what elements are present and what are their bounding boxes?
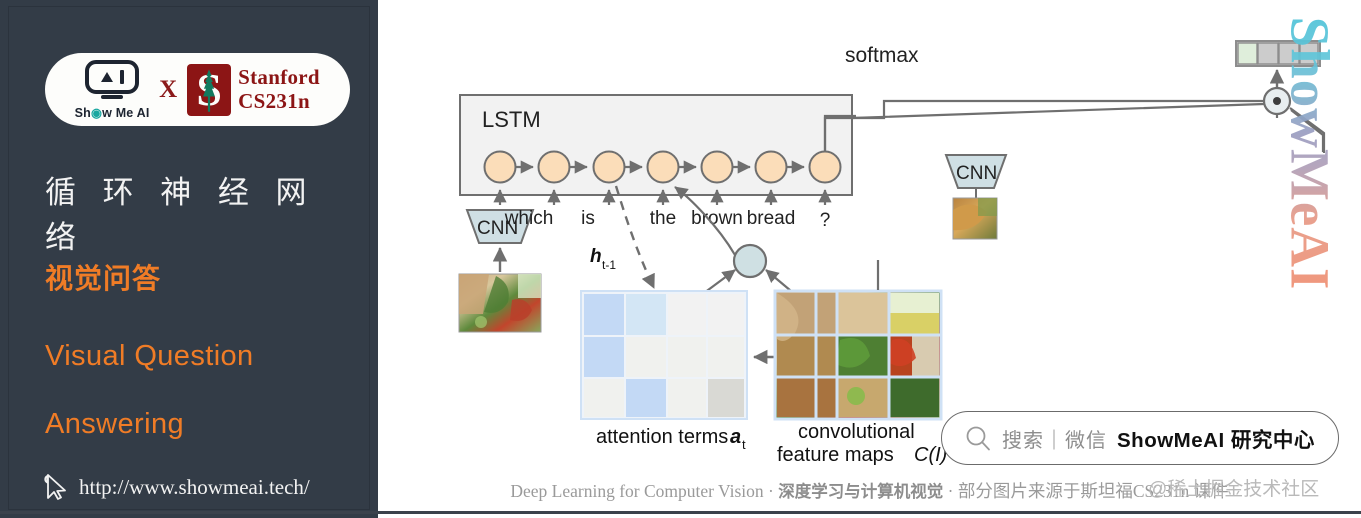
search-placeholder[interactable]: 搜索｜微信 xyxy=(1002,424,1107,453)
attention-cell xyxy=(708,294,744,335)
input-image-right xyxy=(952,197,998,240)
showmeai-wordmark: Sh◉w Me AI xyxy=(74,105,150,120)
stanford-tree-icon: S xyxy=(187,63,232,116)
bottom-rule xyxy=(0,511,1361,514)
attention-fusion-node xyxy=(674,186,798,297)
token-which: which xyxy=(504,208,554,229)
lstm-cell xyxy=(592,150,626,184)
cnn-right-label: CNN xyxy=(956,163,997,184)
lstm-label: LSTM xyxy=(482,107,541,132)
site-link-row[interactable]: http://www.showmeai.tech/ xyxy=(43,473,310,501)
feature-maps-grid xyxy=(773,289,943,421)
token-the: the xyxy=(650,208,676,229)
showmeai-vertical-brand: ShowMeAI xyxy=(1255,16,1361,290)
search-icon xyxy=(966,426,990,451)
featuremaps-caption-2: feature maps xyxy=(777,444,894,466)
featuremaps-caption-1: convolutional xyxy=(798,421,915,443)
cross-separator: X xyxy=(159,75,178,103)
attention-cell xyxy=(584,294,624,335)
token-is: is xyxy=(581,208,595,229)
softmax-label: softmax xyxy=(845,44,919,67)
page-subtitle-cn: 视觉问答 xyxy=(45,263,162,294)
tree-glyph xyxy=(203,68,216,112)
footer-cn-1: 深度学习与计算机视觉 xyxy=(778,482,944,501)
hidden-state-subscript: t-1 xyxy=(602,258,616,272)
footer-sep-1: · xyxy=(763,480,779,501)
robot-icon xyxy=(85,59,140,94)
attention-grid xyxy=(580,290,748,420)
cursor-pointer-icon xyxy=(44,474,66,500)
bar-icon xyxy=(119,69,124,84)
watermark-text: @稀土掘金技术社区 xyxy=(1148,479,1320,500)
lstm-cell xyxy=(537,150,571,184)
stanford-logo: S Stanford CS231n xyxy=(187,63,320,116)
softmax-output-group: softmax xyxy=(845,40,1321,89)
vqa-attention-diagram: softmax LSTM CNN which is the brown brea… xyxy=(458,40,1325,466)
token-brown: brown xyxy=(691,208,743,229)
footer-en: Deep Learning for Computer Vision xyxy=(510,480,764,501)
token-bread: bread xyxy=(747,208,796,229)
hidden-state-arrow: h t-1 xyxy=(590,185,656,289)
token-question: ? xyxy=(820,210,831,231)
sidebar-panel: Sh◉w Me AI X S Stanford CS231n xyxy=(8,6,370,510)
attention-cell xyxy=(668,294,706,335)
search-brand-label: ShowMeAI 研究中心 xyxy=(1117,429,1315,452)
showmeai-vertical-text: ShowMeAI xyxy=(1279,16,1341,290)
attention-cell xyxy=(708,379,744,417)
lstm-cell xyxy=(700,150,734,184)
stanford-line2: CS231n xyxy=(238,88,310,113)
search-widget[interactable]: 搜索｜微信 ShowMeAI 研究中心 xyxy=(941,411,1339,465)
attention-cell xyxy=(626,294,666,335)
attention-cell xyxy=(584,337,624,377)
input-image-left xyxy=(458,273,542,333)
showmeai-logo: Sh◉w Me AI xyxy=(74,59,150,120)
footer-sep-2: · xyxy=(943,480,958,501)
attention-caption: attention terms xyxy=(596,426,728,448)
sidebar: Sh◉w Me AI X S Stanford CS231n xyxy=(0,0,378,518)
lstm-cell xyxy=(808,150,842,184)
caret-icon xyxy=(100,71,113,82)
stanford-line1: Stanford xyxy=(238,64,320,89)
stanford-text: Stanford CS231n xyxy=(238,64,320,113)
footer-text: Deep Learning for Computer Vision · 深度学习… xyxy=(510,478,1228,503)
attention-cell xyxy=(668,379,706,417)
attention-symbol: a xyxy=(730,426,741,448)
lstm-cell xyxy=(483,150,517,184)
word-tokens: which is the brown bread ? xyxy=(504,208,831,231)
hidden-state-label: h xyxy=(590,246,602,267)
attention-cell xyxy=(584,379,624,417)
attention-cell xyxy=(626,379,666,417)
attention-symbol-sub: t xyxy=(742,437,746,452)
attention-cell xyxy=(708,337,744,377)
page-title-en-line1: Visual Question xyxy=(45,340,254,372)
site-url[interactable]: http://www.showmeai.tech/ xyxy=(79,475,310,500)
page-title-en-line2: Answering xyxy=(45,408,184,440)
logo-pill: Sh◉w Me AI X S Stanford CS231n xyxy=(45,53,350,126)
lstm-cell xyxy=(646,150,680,184)
page-title-cn: 循 环 神 经 网 络 xyxy=(45,175,316,255)
lstm-cell xyxy=(754,150,788,184)
slide-root: Sh◉w Me AI X S Stanford CS231n xyxy=(0,0,1361,518)
attention-cell xyxy=(626,337,666,377)
attention-cell xyxy=(668,337,706,377)
